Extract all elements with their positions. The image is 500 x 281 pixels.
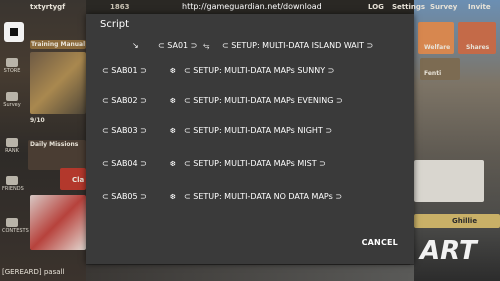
snowflake-icon: ❆ bbox=[170, 127, 176, 135]
daily-missions-label: Daily Missions bbox=[30, 141, 79, 148]
item-code: ⊂ SAB03 ⊃ bbox=[102, 126, 147, 135]
menu-survey[interactable]: Survey bbox=[430, 3, 457, 11]
dialog-title: Script bbox=[100, 19, 130, 30]
item-setup-label: ⊂ SETUP: MULTI-DATA MAPs EVENING ⊃ bbox=[184, 96, 343, 105]
event-banner bbox=[30, 195, 86, 250]
item-code: ⊂ SAB02 ⊃ bbox=[102, 96, 147, 105]
store-icon bbox=[6, 58, 18, 67]
cancel-button[interactable]: CANCEL bbox=[362, 238, 398, 247]
chat-line: [GEREARD] pasall bbox=[2, 268, 65, 276]
character-art bbox=[30, 52, 86, 114]
header-setup-label: ⊂ SETUP: MULTI-DATA ISLAND WAIT ⊃ bbox=[222, 41, 374, 50]
ghillie-label: Ghillie bbox=[452, 217, 478, 225]
menu-log[interactable]: LOG bbox=[368, 3, 384, 11]
script-item-sab01[interactable]: ⊂ SAB01 ⊃ ❆ ⊂ SETUP: MULTI-DATA MAPs SUN… bbox=[86, 64, 414, 78]
contests-nav[interactable]: CONTESTS bbox=[2, 218, 29, 234]
player-name: txtyrtygf bbox=[30, 3, 66, 11]
supply-crate bbox=[414, 160, 484, 202]
start-button-text[interactable]: ART bbox=[420, 236, 477, 266]
sa-label: ⊂ SA01 ⊃ bbox=[158, 41, 198, 50]
fenti-label: Fenti bbox=[424, 70, 442, 77]
survey-nav[interactable]: Survey bbox=[2, 92, 22, 108]
arrow-down-right-icon: ↘ bbox=[132, 41, 139, 50]
welfare-label: Welfare bbox=[424, 44, 451, 51]
script-item-sab02[interactable]: ⊂ SAB02 ⊃ ❆ ⊂ SETUP: MULTI-DATA MAPs EVE… bbox=[86, 94, 414, 108]
menu-settings[interactable]: Settings bbox=[392, 3, 425, 11]
survey-icon bbox=[6, 92, 18, 101]
training-label: Training Manual bbox=[31, 41, 86, 48]
script-header-row[interactable]: ↘ ⊂ SA01 ⊃ ⥃ ⊂ SETUP: MULTI-DATA ISLAND … bbox=[86, 39, 414, 53]
gg-floating-button[interactable] bbox=[4, 22, 24, 42]
snowflake-icon: ❆ bbox=[170, 97, 176, 105]
script-item-sab05[interactable]: ⊂ SAB05 ⊃ ❆ ⊂ SETUP: MULTI-DATA NO DATA … bbox=[86, 190, 414, 204]
snowflake-icon: ❆ bbox=[170, 160, 176, 168]
contests-icon bbox=[6, 218, 18, 227]
script-item-sab04[interactable]: ⊂ SAB04 ⊃ ❆ ⊂ SETUP: MULTI-DATA MAPs MIS… bbox=[86, 157, 414, 171]
snowflake-icon: ❆ bbox=[170, 67, 176, 75]
store-nav[interactable]: STORE bbox=[2, 58, 22, 74]
clan-label: Cla bbox=[72, 176, 85, 184]
friends-icon bbox=[6, 176, 18, 185]
url-bar[interactable]: http://gameguardian.net/download bbox=[182, 2, 322, 11]
item-setup-label: ⊂ SETUP: MULTI-DATA MAPs NIGHT ⊃ bbox=[184, 126, 333, 135]
menu-invite[interactable]: Invite bbox=[468, 3, 491, 11]
bottom-game-bar bbox=[86, 265, 414, 281]
friends-nav[interactable]: FRIENDS bbox=[2, 176, 24, 192]
snowflake-icon: ❆ bbox=[170, 193, 176, 201]
coin-count: 1863 bbox=[110, 3, 130, 11]
script-item-sab03[interactable]: ⊂ SAB03 ⊃ ❆ ⊂ SETUP: MULTI-DATA MAPs NIG… bbox=[86, 124, 414, 138]
link-arrow-icon: ⥃ bbox=[203, 41, 210, 50]
item-code: ⊂ SAB04 ⊃ bbox=[102, 159, 147, 168]
mission-progress: 9/10 bbox=[30, 117, 45, 124]
item-code: ⊂ SAB05 ⊃ bbox=[102, 192, 147, 201]
stop-icon bbox=[10, 28, 18, 36]
item-setup-label: ⊂ SETUP: MULTI-DATA NO DATA MAPs ⊃ bbox=[184, 192, 343, 201]
script-dialog: Script ↘ ⊂ SA01 ⊃ ⥃ ⊂ SETUP: MULTI-DATA … bbox=[86, 14, 414, 264]
item-setup-label: ⊂ SETUP: MULTI-DATA MAPs SUNNY ⊃ bbox=[184, 66, 335, 75]
shares-label: Shares bbox=[466, 44, 490, 51]
rank-nav[interactable]: RANK bbox=[2, 138, 22, 154]
item-setup-label: ⊂ SETUP: MULTI-DATA MAPs MIST ⊃ bbox=[184, 159, 326, 168]
item-code: ⊂ SAB01 ⊃ bbox=[102, 66, 147, 75]
rank-icon bbox=[6, 138, 18, 147]
